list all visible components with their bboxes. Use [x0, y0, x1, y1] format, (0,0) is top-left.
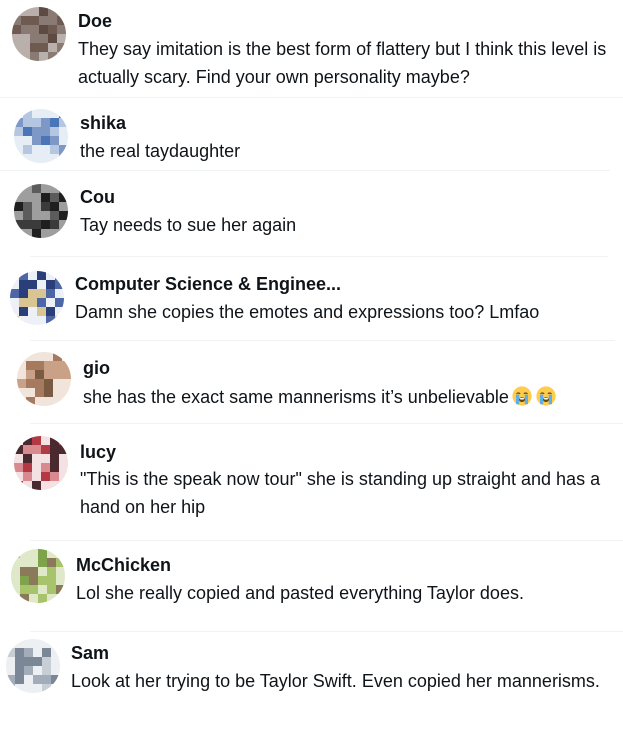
- avatar[interactable]: [12, 7, 66, 61]
- comment-text: she has the exact same mannerisms it’s u…: [83, 383, 623, 411]
- comment-item: Cou Tay needs to sue her again: [0, 171, 623, 256]
- comment-item: lucy "This is the speak now tour" she is…: [0, 424, 623, 540]
- comment-item: Sam Look at her trying to be Taylor Swif…: [0, 632, 623, 734]
- comment-text: They say imitation is the best form of f…: [78, 39, 612, 87]
- author-name[interactable]: McChicken: [76, 554, 171, 576]
- avatar[interactable]: [6, 639, 60, 693]
- comment-text: Damn she copies the emotes and expressio…: [75, 302, 540, 322]
- comment-text: Tay needs to sue her again: [80, 215, 297, 235]
- author-name[interactable]: lucy: [80, 441, 116, 463]
- author-name[interactable]: Computer Science & Enginee...: [75, 273, 341, 295]
- avatar[interactable]: [14, 184, 68, 238]
- comment-text: Look at her trying to be Taylor Swift. E…: [71, 671, 600, 691]
- avatar[interactable]: [10, 271, 64, 325]
- avatar[interactable]: [14, 436, 68, 490]
- author-name[interactable]: shika: [80, 112, 126, 134]
- comment-text: the real taydaughter: [80, 141, 241, 161]
- author-name[interactable]: Doe: [78, 10, 112, 32]
- avatar[interactable]: [17, 352, 71, 406]
- loudly-crying-face-icon: [536, 386, 556, 406]
- emoji-group: [509, 386, 557, 407]
- comment-item: Computer Science & Enginee... Damn she c…: [0, 257, 623, 341]
- comment-item: gio she has the exact same mannerisms it…: [0, 341, 623, 423]
- loudly-crying-face-icon: [512, 386, 532, 406]
- comment-item: shika the real taydaughter: [0, 98, 623, 168]
- comment-text: "This is the speak now tour" she is stan…: [80, 469, 606, 517]
- comment-text-body: she has the exact same mannerisms it’s u…: [83, 387, 509, 407]
- comment-item: Doe They say imitation is the best form …: [0, 0, 623, 97]
- author-name[interactable]: Sam: [71, 642, 109, 664]
- avatar[interactable]: [11, 549, 65, 603]
- avatar[interactable]: [14, 109, 68, 163]
- author-name[interactable]: Cou: [80, 186, 115, 208]
- author-name[interactable]: gio: [83, 357, 110, 379]
- comment-item: McChicken Lol she really copied and past…: [0, 541, 623, 631]
- comment-text: Lol she really copied and pasted everyth…: [76, 583, 524, 603]
